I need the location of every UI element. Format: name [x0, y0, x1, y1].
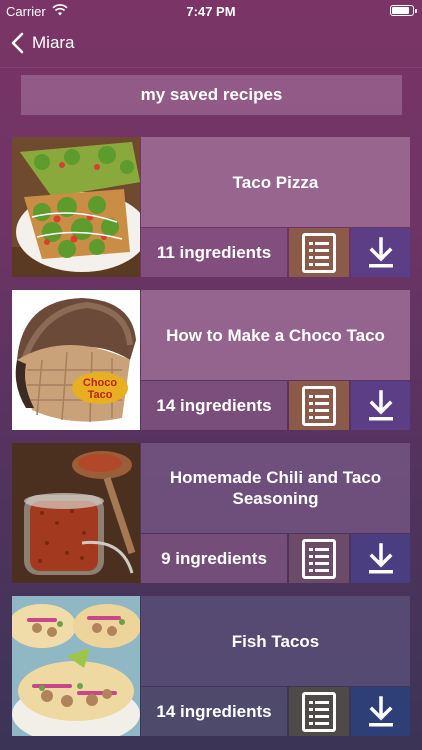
page-title: my saved recipes: [21, 75, 402, 115]
choco-logo-line2: Taco: [88, 389, 113, 401]
download-button[interactable]: [351, 534, 410, 583]
recipe-card[interactable]: Homemade Chili and Taco Seasoning 9 ingr…: [12, 443, 410, 583]
battery-icon: [390, 5, 417, 16]
clock: 7:47 PM: [186, 4, 236, 19]
download-icon: [368, 236, 393, 267]
navigation-bar: Miara: [0, 22, 422, 68]
choco-logo-line1: Choco: [83, 377, 118, 389]
download-icon: [368, 389, 393, 420]
download-button[interactable]: [351, 228, 410, 277]
chevron-left-icon: [11, 32, 24, 54]
ingredients-list-button[interactable]: [289, 228, 349, 277]
ingredient-count: 9 ingredients: [141, 534, 287, 583]
download-icon: [368, 695, 393, 726]
download-icon: [368, 542, 393, 573]
recipe-card[interactable]: Fish Tacos 14 ingredients: [12, 596, 410, 736]
recipe-thumbnail-fish-tacos[interactable]: [12, 596, 140, 736]
recipe-thumbnail-taco-pizza[interactable]: [12, 137, 140, 277]
download-button[interactable]: [351, 687, 410, 736]
ingredient-count: 14 ingredients: [141, 687, 287, 736]
recipe-title[interactable]: Taco Pizza: [141, 137, 410, 227]
recipe-title[interactable]: How to Make a Choco Taco: [141, 290, 410, 380]
recipe-thumbnail-chili-seasoning[interactable]: [12, 443, 140, 583]
recipe-card[interactable]: Taco Pizza 11 ingredients: [12, 137, 410, 277]
ingredient-count: 11 ingredients: [141, 228, 287, 277]
recipe-title[interactable]: Fish Tacos: [141, 596, 410, 686]
download-button[interactable]: [351, 381, 410, 430]
list-icon: [302, 538, 336, 579]
nav-divider: [0, 67, 422, 68]
ingredients-list-button[interactable]: [289, 534, 349, 583]
back-button[interactable]: Miara: [10, 32, 75, 54]
ingredient-count: 14 ingredients: [141, 381, 287, 430]
ingredients-list-button[interactable]: [289, 381, 349, 430]
recipe-card[interactable]: Choco Taco How to Make a Choco Taco 14 i…: [12, 290, 410, 430]
list-icon: [302, 232, 336, 273]
status-bar: Carrier 7:47 PM: [0, 0, 422, 22]
list-icon: [302, 385, 336, 426]
recipe-title[interactable]: Homemade Chili and Taco Seasoning: [141, 443, 410, 533]
list-icon: [302, 691, 336, 732]
recipe-thumbnail-choco-taco[interactable]: Choco Taco: [12, 290, 140, 430]
back-label: Miara: [32, 33, 75, 52]
ingredients-list-button[interactable]: [289, 687, 349, 736]
